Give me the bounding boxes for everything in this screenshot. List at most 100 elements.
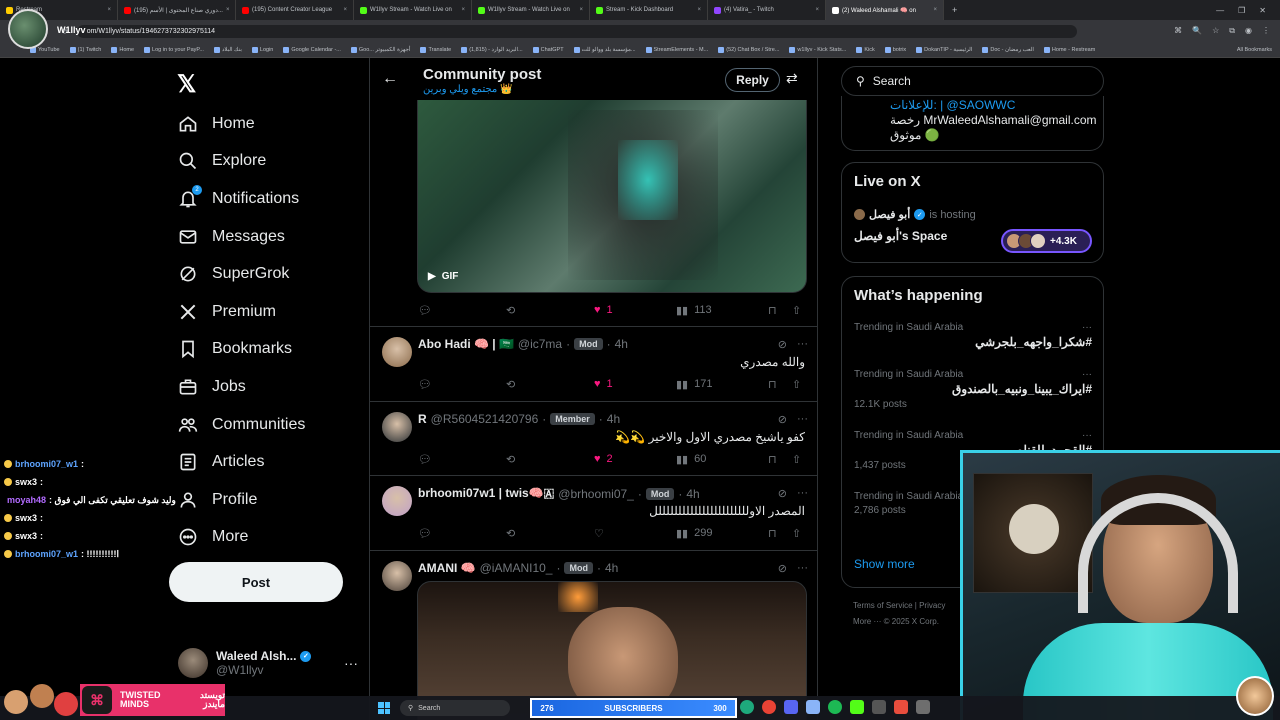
translate-icon[interactable]: ⌘ <box>1174 26 1182 36</box>
repost-icon[interactable]: ⟲ <box>506 527 594 540</box>
app-icon[interactable] <box>916 700 930 714</box>
bookmark-item[interactable]: (1) Twitch <box>70 47 102 53</box>
footer-link[interactable]: More ··· © 2025 X Corp. <box>853 614 973 630</box>
browser-tab[interactable]: (2) Waleed Alshamali 🧠 on × <box>826 0 944 20</box>
menu-icon[interactable]: ⋮ <box>1262 26 1270 36</box>
profile-icon[interactable]: ◉ <box>1245 26 1252 36</box>
bookmark-icon[interactable]: ⊓ <box>768 453 792 466</box>
tab-close-icon[interactable]: × <box>461 7 465 13</box>
avatar[interactable] <box>382 561 412 591</box>
views-button[interactable]: ▮▮ 113 <box>676 304 768 317</box>
spotify-icon[interactable] <box>828 700 842 714</box>
post-time[interactable]: 4h <box>615 337 628 351</box>
url-field[interactable]: om/W1llyv/status/1946273732302975114 <box>76 24 1077 38</box>
share-icon[interactable]: ⇧ <box>792 453 801 466</box>
post-time[interactable]: 4h <box>607 412 620 426</box>
taskbar-search[interactable]: ⚲ Search <box>400 700 510 716</box>
nav-item-communities[interactable]: Communities <box>178 406 305 444</box>
bookmark-item[interactable]: مؤسسة بلد ووالو للت... <box>574 47 636 53</box>
grok-icon[interactable]: ⊘ <box>778 413 787 426</box>
author-handle[interactable]: @R5604521420796 <box>431 412 539 426</box>
bookmark-item[interactable]: بنك البلاد <box>214 47 242 53</box>
like-button[interactable]: ♥ 1 <box>594 304 676 316</box>
tab-close-icon[interactable]: × <box>107 7 111 13</box>
more-dots-icon[interactable]: ··· <box>797 562 808 575</box>
nav-item-bookmarks[interactable]: Bookmarks <box>178 331 305 369</box>
edge-icon[interactable] <box>740 700 754 714</box>
nav-item-premium[interactable]: Premium <box>178 293 305 331</box>
bookmark-icon[interactable]: ⊓ <box>768 304 792 317</box>
views-button[interactable]: ▮▮ 299 <box>676 527 768 540</box>
author-name[interactable]: brhoomi07w1 | twis🧠🇦 <box>418 486 554 501</box>
all-bookmarks[interactable]: All Bookmarks <box>1237 47 1280 53</box>
like-button[interactable]: ♥ 1 <box>594 378 676 390</box>
bookmark-item[interactable]: Kick <box>856 47 874 53</box>
views-button[interactable]: ▮▮ 60 <box>676 453 768 466</box>
star-icon[interactable]: ☆ <box>1212 26 1219 36</box>
reply-post[interactable]: AMANI 🧠 @iAMANI10_ · Mod · 4h ⊘ ··· <box>370 550 817 720</box>
author-name[interactable]: Abo Hadi 🧠 | 🇸🇦 <box>418 337 514 351</box>
bookmark-icon[interactable]: ⊓ <box>768 527 792 540</box>
search-input[interactable] <box>872 74 1073 88</box>
avatar[interactable] <box>382 486 412 516</box>
post-time[interactable]: 4h <box>605 561 618 575</box>
x-logo-icon[interactable]: 𝕏 <box>177 70 196 99</box>
nav-item-explore[interactable]: Explore <box>178 143 305 181</box>
bookmark-item[interactable]: Doc - العب رمضان <box>982 47 1034 53</box>
footer-link[interactable]: Terms of Service | Privacy <box>853 598 973 614</box>
grok-icon[interactable]: ⊘ <box>778 562 787 575</box>
sliders-icon[interactable]: ⇄ <box>786 70 798 87</box>
tab-close-icon[interactable]: × <box>343 7 347 13</box>
post-button[interactable]: Post <box>169 562 343 602</box>
tab-close-icon[interactable]: × <box>815 7 819 13</box>
reply-icon[interactable]: 💬︎ <box>418 304 506 317</box>
nav-item-articles[interactable]: Articles <box>178 443 305 481</box>
more-dots-icon[interactable]: ··· <box>344 655 358 671</box>
bookmark-item[interactable]: Login <box>252 47 273 53</box>
share-icon[interactable]: ⇧ <box>792 527 801 540</box>
trend-item[interactable]: Trending in Saudi Arabia ··· #شكرا_واجهه_ب… <box>854 322 1092 349</box>
post-time[interactable]: 4h <box>686 487 699 501</box>
more-dots-icon[interactable]: ··· <box>1082 430 1092 441</box>
reply-button[interactable]: Reply <box>725 68 780 92</box>
minimize-icon[interactable]: — <box>1216 6 1224 15</box>
more-dots-icon[interactable]: ··· <box>1082 369 1092 380</box>
reply-post[interactable]: Abo Hadi 🧠 | 🇸🇦 @ic7ma · Mod · 4h ⊘ ··· والله مص… <box>370 326 817 401</box>
bookmark-item[interactable]: Goo... أجهزة الكمبيوتر <box>351 47 411 53</box>
play-icon[interactable]: ▶ <box>428 271 436 282</box>
author-name[interactable]: AMANI 🧠 <box>418 561 476 575</box>
share-icon[interactable]: ⇧ <box>792 378 801 391</box>
bookmark-item[interactable]: Translate <box>420 47 451 53</box>
tab-close-icon[interactable]: × <box>579 7 583 13</box>
bookmark-item[interactable]: البريد الوارد - (1,815)... <box>461 47 522 53</box>
nav-item-supergrok[interactable]: SuperGrok <box>178 255 305 293</box>
bookmark-item[interactable]: Log in to your PayP... <box>144 47 204 53</box>
app-icon[interactable] <box>894 700 908 714</box>
like-button[interactable]: ♡ <box>594 527 676 540</box>
author-handle[interactable]: @ic7ma <box>518 337 562 351</box>
nav-item-home[interactable]: Home <box>178 105 305 143</box>
bookmark-item[interactable]: ChatGPT <box>533 47 564 53</box>
close-window-icon[interactable]: ✕ <box>1259 6 1266 15</box>
bookmark-item[interactable]: w1llyv - Kick Stats... <box>789 47 846 53</box>
reply-icon[interactable]: 💬︎ <box>418 378 506 391</box>
community-name[interactable]: مجتمع ويلي وبرين 👑 <box>423 84 513 95</box>
views-button[interactable]: ▮▮ 171 <box>676 378 768 391</box>
reply-icon[interactable]: 💬︎ <box>418 527 506 540</box>
avatar[interactable] <box>382 337 412 367</box>
gif-media[interactable]: ▶ GIF <box>417 100 807 293</box>
nav-item-notifications[interactable]: 2 Notifications <box>178 180 305 218</box>
like-button[interactable]: ♥ 2 <box>594 453 676 465</box>
search-box[interactable]: ⚲ <box>841 66 1104 96</box>
more-dots-icon[interactable]: ··· <box>1082 322 1092 333</box>
bookmark-item[interactable]: Google Calendar -... <box>283 47 341 53</box>
reply-post[interactable]: R @R5604521420796 · Member · 4h ⊘ ··· كفو ياشيخ … <box>370 401 817 475</box>
bookmark-item[interactable]: botrix <box>885 47 906 53</box>
browser-tab[interactable]: W1llyv Stream - Watch Live on × <box>472 0 590 20</box>
repost-icon[interactable]: ⟲ <box>506 453 594 466</box>
new-tab-button[interactable]: + <box>944 5 965 15</box>
author-handle[interactable]: @iAMANI10_ <box>480 561 553 575</box>
author-name[interactable]: R <box>418 412 427 426</box>
grok-icon[interactable]: ⊘ <box>778 487 787 500</box>
space-listeners-pill[interactable]: +4.3K <box>1001 229 1092 253</box>
